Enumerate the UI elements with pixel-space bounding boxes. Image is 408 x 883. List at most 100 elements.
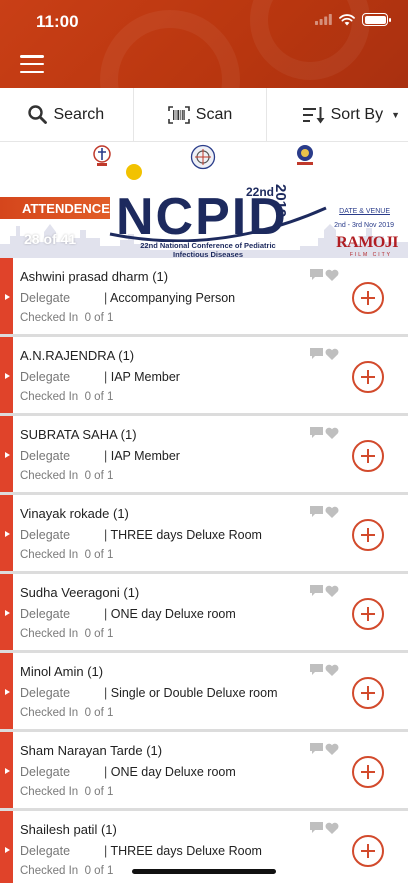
attendee-name: Sudha Veeragoni (1)	[20, 585, 140, 600]
attendee-type: Delegate	[20, 370, 71, 384]
attendee-row[interactable]: Minol Amin (1) Delegate Single or Double…	[0, 653, 408, 732]
checkin-count: 0 of 1	[84, 707, 114, 719]
attendee-type: Delegate	[20, 844, 71, 858]
attendee-type: Delegate	[20, 291, 71, 305]
attendee-row[interactable]: Ashwini prasad dharm (1) Delegate Accomp…	[0, 258, 408, 337]
attendee-type: Delegate	[20, 686, 71, 700]
row-expand-indicator[interactable]	[0, 811, 13, 883]
checkin-count: 0 of 1	[84, 470, 114, 482]
chat-icon	[310, 427, 323, 438]
checkin-status: Checked In 0 of 1	[20, 865, 114, 877]
chevron-down-icon: ▼	[391, 109, 401, 120]
sort-label: Sort By	[330, 105, 384, 123]
search-label: Search	[53, 105, 105, 123]
checkin-count: 0 of 1	[84, 391, 114, 403]
chat-icon	[310, 269, 323, 280]
signal-icon	[315, 14, 332, 25]
attendee-category: Accompanying Person	[104, 291, 235, 305]
row-expand-indicator[interactable]	[0, 653, 13, 729]
chat-icon	[310, 348, 323, 359]
chat-icon	[310, 743, 323, 754]
add-checkin-button[interactable]	[352, 598, 384, 630]
menu-button[interactable]	[20, 55, 44, 73]
heart-icon	[325, 427, 339, 439]
attendee-row[interactable]: Vinayak rokade (1) Delegate THREE days D…	[0, 495, 408, 574]
attendence-label: ATTENDENCE	[0, 197, 110, 219]
chat-favorite-icons	[310, 427, 339, 439]
status-time: 11:00	[36, 12, 79, 31]
attendee-category: THREE days Deluxe Room	[104, 528, 262, 542]
sort-button[interactable]: Sort By ▼	[266, 88, 408, 141]
chat-favorite-icons	[310, 822, 339, 834]
attendee-row[interactable]: SUBRATA SAHA (1) Delegate IAP Member Che…	[0, 416, 408, 495]
row-expand-indicator[interactable]	[0, 732, 13, 808]
add-checkin-button[interactable]	[352, 440, 384, 472]
add-checkin-button[interactable]	[352, 519, 384, 551]
checkin-count: 0 of 1	[84, 549, 114, 561]
heart-icon	[325, 269, 339, 281]
barcode-icon	[167, 105, 190, 124]
row-expand-indicator[interactable]	[0, 416, 13, 492]
heart-icon	[325, 506, 339, 518]
add-checkin-button[interactable]	[352, 282, 384, 314]
attendee-type: Delegate	[20, 449, 71, 463]
add-checkin-button[interactable]	[352, 756, 384, 788]
attendee-name: Minol Amin (1)	[20, 664, 104, 679]
venue-label: DATE & VENUE	[339, 208, 390, 215]
chat-icon	[310, 822, 323, 833]
svg-text:2019: 2019	[272, 184, 289, 217]
attendee-name: Vinayak rokade (1)	[20, 506, 129, 521]
search-icon	[28, 105, 48, 124]
add-checkin-button[interactable]	[352, 835, 384, 867]
date-badge: 28 of 41	[24, 231, 77, 247]
attendee-type: Delegate	[20, 528, 71, 542]
chat-favorite-icons	[310, 585, 339, 597]
toolbar: Search Scan Sort By ▼	[0, 88, 408, 142]
attendee-row[interactable]: Sham Narayan Tarde (1) Delegate ONE day …	[0, 732, 408, 811]
status-icons	[315, 13, 391, 26]
organizer-logo	[297, 145, 313, 165]
attendee-category: Single or Double Deluxe room	[104, 686, 278, 700]
ncpid-logo: 22nd NCPID 2019	[109, 164, 327, 242]
row-expand-indicator[interactable]	[0, 495, 13, 571]
checkin-status: Checked In 0 of 1	[20, 312, 114, 324]
checkin-status: Checked In 0 of 1	[20, 707, 114, 719]
sort-icon	[302, 106, 325, 123]
add-checkin-button[interactable]	[352, 361, 384, 393]
app-header: 11:00	[0, 0, 408, 88]
attendee-row[interactable]: A.N.RAJENDRA (1) Delegate IAP Member Che…	[0, 337, 408, 416]
svg-text:NCPID: NCPID	[116, 188, 288, 242]
conference-banner: 22nd NCPID 2019 ATTENDENCE 28 of 41 22nd…	[0, 142, 408, 258]
scan-button[interactable]: Scan	[132, 88, 267, 141]
chat-favorite-icons	[310, 664, 339, 676]
heart-icon	[325, 743, 339, 755]
venue-dates: 2nd - 3rd Nov 2019	[334, 222, 394, 229]
chat-favorite-icons	[310, 743, 339, 755]
scan-label: Scan	[195, 105, 233, 123]
chat-icon	[310, 506, 323, 517]
attendee-name: SUBRATA SAHA (1)	[20, 427, 137, 442]
row-expand-indicator[interactable]	[0, 337, 13, 413]
attendee-name: A.N.RAJENDRA (1)	[20, 348, 135, 363]
checkin-status: Checked In 0 of 1	[20, 470, 114, 482]
checkin-status: Checked In 0 of 1	[20, 628, 114, 640]
checkin-count: 0 of 1	[84, 312, 114, 324]
add-checkin-button[interactable]	[352, 677, 384, 709]
attendee-name: Shailesh patil (1)	[20, 822, 117, 837]
venue-brand: RAMOJI	[336, 234, 398, 251]
attendee-category: THREE days Deluxe Room	[104, 844, 262, 858]
checkin-count: 0 of 1	[84, 628, 114, 640]
home-indicator	[132, 869, 276, 874]
attendee-row[interactable]: Sudha Veeragoni (1) Delegate ONE day Del…	[0, 574, 408, 653]
menu-icon	[20, 55, 44, 58]
search-button[interactable]: Search	[0, 88, 133, 141]
attendee-category: ONE day Deluxe room	[104, 765, 236, 779]
checkin-count: 0 of 1	[84, 865, 114, 877]
checkin-status: Checked In 0 of 1	[20, 549, 114, 561]
conference-title: 22nd National Conference of Pediatric In…	[140, 241, 276, 258]
chat-favorite-icons	[310, 348, 339, 360]
heart-icon	[325, 822, 339, 834]
row-expand-indicator[interactable]	[0, 258, 13, 334]
row-expand-indicator[interactable]	[0, 574, 13, 650]
attendee-name: Ashwini prasad dharm (1)	[20, 269, 169, 284]
